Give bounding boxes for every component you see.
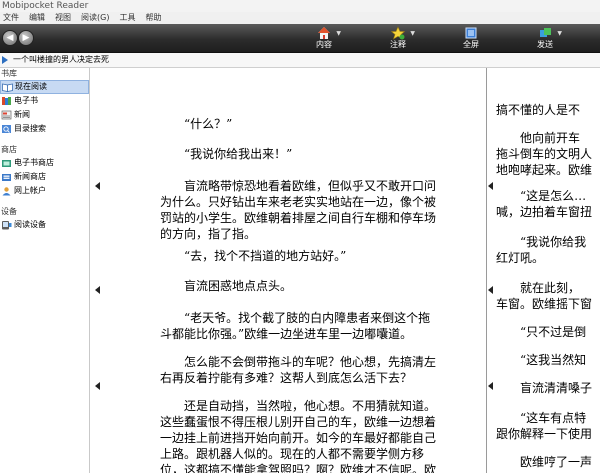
books-icon — [2, 97, 11, 105]
text-line: 拖斗倒车的文明人 — [496, 147, 593, 161]
send-icon — [540, 28, 551, 37]
fullscreen-icon — [465, 27, 477, 39]
toc-button[interactable]: ▼ 内容 — [299, 25, 349, 51]
sidebar-item-reading-device[interactable]: 阅读设备 — [0, 218, 89, 232]
text-line: 就在此刻， — [496, 281, 581, 295]
back-button[interactable]: ◀ — [2, 30, 18, 46]
dropdown-arrow-icon: ▼ — [336, 30, 341, 37]
text-line: 地咆哮起来。欧维 — [496, 163, 593, 177]
paragraph: “我说你给我出来！” — [184, 147, 293, 161]
sidebar-item-now-reading[interactable]: 现在阅读 — [0, 80, 89, 94]
text-line: 跟你解释一下使用 — [496, 427, 593, 441]
text-line: 盲流清清嗓子 — [496, 381, 593, 395]
reading-page-right: 搞不懂的人是不 他向前开车 拖斗倒车的文明人 地咆哮起来。欧维 “这是怎么… 喊… — [487, 68, 600, 473]
menu-edit[interactable]: 编辑 — [29, 12, 45, 24]
sidebar: 书库 现在阅读 电子书 新闻 目录搜索 商店 电子书商店 新闻商店 网上帐户 设… — [0, 68, 90, 473]
text-line: 车窗。欧维摇下窗 — [496, 297, 593, 311]
fullscreen-button[interactable]: 全屏 — [446, 25, 496, 51]
send-button[interactable]: ▼ 发送 — [520, 25, 570, 51]
text-line: 他向前开车 — [496, 131, 581, 145]
book-open-icon — [2, 83, 13, 92]
notes-label: 注释 — [390, 40, 406, 49]
menu-file[interactable]: 文件 — [3, 12, 19, 24]
sidebar-item-ebooks[interactable]: 电子书 — [0, 94, 89, 108]
sidebar-item-news[interactable]: 新闻 — [0, 108, 89, 122]
fullscreen-label: 全屏 — [463, 40, 479, 49]
section-store: 商店 — [1, 145, 17, 154]
text-line: “我说你给我 — [496, 235, 587, 249]
sidebar-item-catalog-search[interactable]: 目录搜索 — [0, 122, 89, 136]
paragraph: “去，找个不挡道的地方站好。” — [184, 249, 347, 263]
paragraph: 还是自动挡，当然啦，他心想。不用猜就知道。这些蠢蛋恨不得压根儿别开自己的车，欧维… — [160, 399, 437, 473]
paragraph: 怎么能不会倒带拖斗的车呢？他心想，先搞清左右再反着拧能有多难？这帮人到底怎么活下… — [160, 355, 437, 385]
sidebar-item-label: 目录搜索 — [14, 124, 46, 133]
ebook-store-icon — [2, 160, 11, 167]
device-icon — [2, 221, 12, 230]
account-icon — [2, 187, 11, 196]
menu-help[interactable]: 帮助 — [145, 12, 161, 24]
sidebar-item-ebook-store[interactable]: 电子书商店 — [0, 156, 89, 170]
text-line: “这是怎么… — [496, 189, 587, 203]
toolbar: ◀ ▶ ▼ 内容 ▼ 注释 全屏 ▼ 发送 — [0, 24, 600, 53]
menu-read[interactable]: 阅读(G) — [81, 12, 109, 24]
sidebar-item-label: 新闻商店 — [14, 172, 46, 181]
sidebar-item-online-account[interactable]: 网上帐户 — [0, 184, 89, 198]
sidebar-item-label: 电子书商店 — [14, 158, 54, 167]
sidebar-item-label: 阅读设备 — [14, 220, 46, 229]
section-library: 书库 — [1, 69, 17, 78]
send-label: 发送 — [537, 40, 553, 49]
menu-bar: 文件 编辑 视图 阅读(G) 工具 帮助 — [0, 12, 600, 24]
previous-page-arrow-icon[interactable] — [95, 382, 100, 390]
text-line: “这车有点特 — [496, 411, 587, 425]
paragraph: 盲流略带惊恐地看着欧维，但似乎又不敢开口问为什么。只好钻出车来老老实实地站在一边… — [160, 179, 437, 241]
section-devices: 设备 — [1, 207, 17, 216]
notes-button[interactable]: ▼ 注释 — [373, 25, 423, 51]
sidebar-item-label: 网上帐户 — [14, 186, 46, 195]
window-title: Mobipocket Reader — [0, 0, 600, 12]
play-icon[interactable] — [2, 56, 8, 64]
text-line: 欧维哼了一声 — [496, 455, 593, 469]
previous-page-arrow-icon[interactable] — [95, 286, 100, 294]
sidebar-item-news-store[interactable]: 新闻商店 — [0, 170, 89, 184]
forward-button[interactable]: ▶ — [18, 30, 34, 46]
sidebar-item-label: 新闻 — [14, 110, 30, 119]
menu-tools[interactable]: 工具 — [119, 12, 135, 24]
sidebar-item-label: 现在阅读 — [15, 82, 47, 91]
news-store-icon — [2, 174, 11, 181]
dropdown-arrow-icon: ▼ — [410, 30, 415, 37]
toc-label: 内容 — [316, 40, 332, 49]
star-icon — [391, 26, 405, 40]
text-line: 搞不懂的人是不 — [496, 103, 581, 117]
newspaper-icon — [1, 110, 12, 120]
breadcrumb: 一个叫楼撞的男人决定去死 — [0, 53, 600, 68]
dropdown-arrow-icon: ▼ — [557, 30, 562, 37]
text-line: 喊，边拍着车窗扭 — [496, 205, 593, 219]
text-line: “只不过是倒 — [496, 325, 587, 339]
page-marker-icon[interactable] — [488, 286, 493, 294]
text-line: 红灯吼。 — [496, 251, 545, 265]
paragraph: “什么？” — [184, 117, 233, 131]
paragraph: 盲流困惑地点点头。 — [184, 279, 293, 293]
sidebar-item-label: 电子书 — [14, 96, 38, 105]
page-marker-icon[interactable] — [488, 182, 493, 190]
book-title: 一个叫楼撞的男人决定去死 — [13, 55, 109, 64]
text-line: “这我当然知 — [496, 353, 587, 367]
catalog-search-icon — [2, 125, 11, 133]
left-gutter — [90, 68, 108, 473]
previous-page-arrow-icon[interactable] — [95, 182, 100, 190]
paragraph: “老天爷。找个截了肢的白内障患者来倒这个拖斗都能比你强。”欧维一边坐进车里一边嘟… — [160, 311, 431, 341]
page-marker-icon[interactable] — [488, 382, 493, 390]
reading-page-left: “什么？” “我说你给我出来！” 盲流略带惊恐地看着欧维，但似乎又不敢开口问为什… — [108, 68, 486, 473]
menu-view[interactable]: 视图 — [55, 12, 71, 24]
home-icon — [318, 27, 330, 39]
